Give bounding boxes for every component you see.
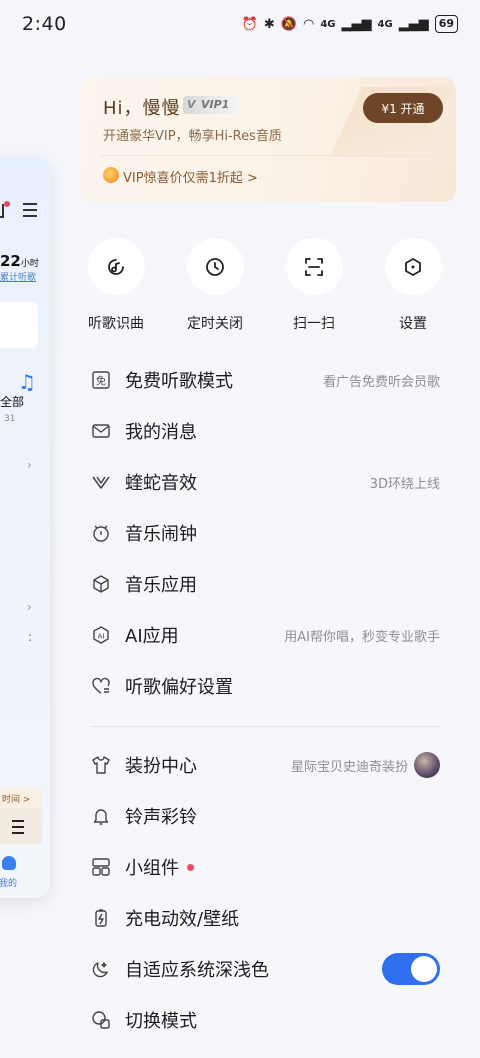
all-count: 31	[4, 414, 16, 424]
menu-item-label: 免费听歌模式	[125, 371, 233, 392]
menu-item-listening-preferences[interactable]: 听歌偏好设置	[90, 666, 440, 706]
dark-mode-toggle[interactable]	[382, 953, 440, 985]
menu-item-switch-mode[interactable]: 切换模式	[90, 1000, 440, 1040]
menu-item-label: 自适应系统深浅色	[125, 960, 269, 981]
notification-dot	[4, 201, 10, 207]
widget-icon	[90, 856, 112, 878]
status-icons: ⏰ ✱ 🔕 ◠ 4G ▂▄▆ 4G ▂▄▆ 69	[242, 15, 458, 33]
menu-item-ringtones[interactable]: 铃声彩铃	[90, 796, 440, 836]
moon-icon	[90, 958, 112, 980]
vip-level-badge: VIP1	[183, 96, 240, 114]
all-label: 全部	[0, 395, 25, 409]
mail-icon	[90, 420, 112, 442]
vip-subtitle: 开通豪华VIP，畅享Hi-Res音质	[103, 129, 282, 144]
music-recognize-icon	[87, 238, 145, 295]
menu-item-viper-sound[interactable]: 蝰蛇音效 3D环绕上线	[90, 462, 440, 502]
alarm-status-icon: ⏰	[241, 16, 258, 32]
quick-action-timer-off[interactable]: 定时关闭	[165, 238, 265, 333]
clock-icon	[186, 238, 244, 295]
menu-icon	[23, 203, 37, 221]
svg-text:免: 免	[96, 375, 106, 388]
scan-icon	[285, 238, 343, 295]
menu-item-adaptive-dark-mode[interactable]: 自适应系统深浅色	[90, 949, 440, 989]
listen-hours-label: 累计听歌	[0, 273, 37, 283]
vip-greeting: Hi，慢慢	[103, 98, 181, 119]
menu-item-hint: 星际宝贝史迪奇装扮	[290, 759, 408, 775]
chevron-right-icon: ›	[27, 600, 32, 614]
divider	[100, 155, 436, 156]
free-icon: 免	[90, 369, 112, 391]
heart-settings-icon	[90, 675, 112, 697]
new-badge-dot	[187, 863, 194, 871]
menu-item-music-alarm[interactable]: 音乐闹钟	[90, 513, 440, 553]
menu-item-label: 充电动效/壁纸	[125, 909, 240, 930]
quick-action-label: 设置	[399, 316, 427, 332]
signal-icon: 4G	[320, 18, 336, 30]
ai-icon: AI	[90, 624, 112, 646]
menu-item-hint: 3D环绕上线	[369, 476, 440, 492]
shirt-icon	[90, 754, 112, 776]
menu-item-hint: 看广告免费听会员歌	[322, 374, 440, 390]
more-icon: :	[28, 630, 33, 644]
svg-text:AI: AI	[98, 633, 105, 641]
listen-hours: 22小时	[0, 252, 39, 270]
menu-item-label: 我的消息	[125, 422, 197, 443]
switch-mode-icon	[90, 1009, 112, 1031]
gift-icon	[103, 167, 119, 183]
background-card	[0, 302, 38, 348]
menu-item-messages[interactable]: 我的消息	[90, 411, 440, 451]
menu-item-label: 装扮中心	[125, 756, 197, 777]
menu-item-label: 音乐闹钟	[125, 524, 197, 545]
mine-tab-icon	[2, 856, 16, 870]
dress-up-avatar	[414, 752, 440, 778]
chevron-right-icon: ›	[27, 458, 32, 472]
vip-promo-link[interactable]: VIP惊喜价仅需1折起 >	[123, 167, 258, 186]
background-page-panel[interactable]: 22小时 累计听歌 ♫ 全部 31 › › : 时间 > 我的	[0, 158, 50, 898]
battery-charge-icon	[90, 907, 112, 929]
vip-open-button[interactable]: ¥1 开通	[363, 93, 443, 123]
menu-item-label: 小组件	[125, 858, 179, 879]
settings-icon	[384, 238, 442, 295]
battery-icon: 69	[434, 15, 458, 33]
menu-item-dress-up[interactable]: 装扮中心 星际宝贝史迪奇装扮	[90, 745, 440, 785]
alarm-icon	[90, 522, 112, 544]
menu-item-ai-apps[interactable]: AI AI应用 用AI帮你唱，秒变专业歌手	[90, 615, 440, 655]
quick-action-settings[interactable]: 设置	[363, 238, 463, 333]
menu-item-free-listen[interactable]: 免 免费听歌模式 看广告免费听会员歌	[90, 360, 440, 400]
signal-bars-icon: ▂▄▆	[341, 16, 372, 32]
vip-card[interactable]: Hi，慢慢 VIP1 开通豪华VIP，畅享Hi-Res音质 ¥1 开通 VIP惊…	[80, 77, 456, 202]
menu-item-label: 铃声彩铃	[125, 807, 197, 828]
menu-item-label: AI应用	[125, 626, 179, 647]
music-note-icon: ♫	[18, 370, 36, 394]
bell-icon	[0, 204, 4, 218]
menu-item-widgets[interactable]: 小组件	[90, 847, 440, 887]
bluetooth-icon: ✱	[263, 16, 275, 32]
menu-item-charging-effects[interactable]: 充电动效/壁纸	[90, 898, 440, 938]
menu-item-label: 蝰蛇音效	[125, 473, 197, 494]
quick-action-music-recognize[interactable]: 听歌识曲	[66, 238, 166, 333]
viper-icon	[90, 471, 112, 493]
section-divider	[90, 726, 440, 727]
bell-icon	[90, 805, 112, 827]
cube-icon	[90, 573, 112, 595]
time-chip: 时间 >	[0, 788, 42, 808]
quick-action-label: 听歌识曲	[88, 316, 144, 332]
wifi-icon: ◠	[303, 16, 315, 32]
mute-icon: 🔕	[280, 16, 297, 32]
quick-action-label: 扫一扫	[293, 316, 335, 332]
quick-action-scan[interactable]: 扫一扫	[264, 238, 364, 333]
status-bar: 2:40 ⏰ ✱ 🔕 ◠ 4G ▂▄▆ 4G ▂▄▆ 69	[0, 0, 480, 50]
mine-tab-label: 我的	[0, 879, 18, 889]
signal-bars-icon-2: ▂▄▆	[398, 16, 429, 32]
menu-item-label: 音乐应用	[125, 575, 197, 596]
menu-item-label: 切换模式	[125, 1011, 197, 1032]
menu-item-label: 听歌偏好设置	[125, 677, 233, 698]
quick-action-label: 定时关闭	[187, 316, 243, 332]
signal-icon-2: 4G	[377, 18, 393, 30]
menu-item-music-apps[interactable]: 音乐应用	[90, 564, 440, 604]
menu-item-hint: 用AI帮你唱，秒变专业歌手	[284, 629, 440, 645]
playlist-icon	[0, 808, 42, 844]
status-time: 2:40	[22, 13, 67, 35]
